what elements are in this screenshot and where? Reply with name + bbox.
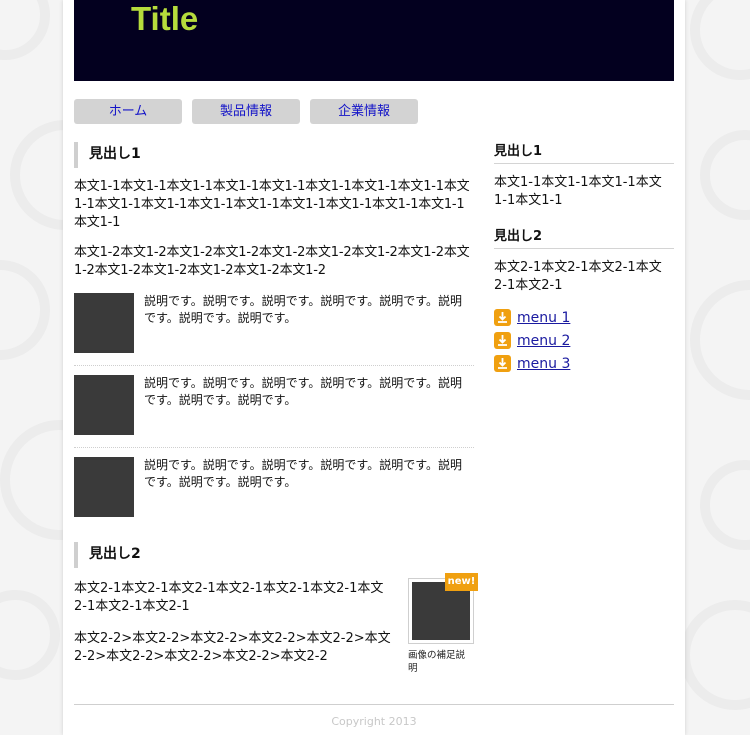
site-logo[interactable]: Title bbox=[131, 0, 198, 38]
section1-paragraph-1: 本文1-1本文1-1本文1-1本文1-1本文1-1本文1-1本文1-1本文1-1… bbox=[74, 179, 470, 230]
nav-products[interactable]: 製品情報 bbox=[192, 99, 300, 124]
page-container: Title ホーム 製品情報 企業情報 見出し1 本文1-1本文1-1本文1-1… bbox=[63, 0, 685, 735]
item-description: 説明です。説明です。説明です。説明です。説明です。説明です。説明です。説明です。 bbox=[144, 458, 463, 489]
download-icon bbox=[494, 332, 511, 349]
sidebar-text-2: 本文2-1本文2-1本文2-1本文2-1本文2-1 bbox=[494, 260, 662, 293]
list-item: 説明です。説明です。説明です。説明です。説明です。説明です。説明です。説明です。 bbox=[74, 375, 474, 447]
sidebar-heading-1: 見出し1 bbox=[494, 142, 674, 164]
section2-paragraph-2: 本文2-2>本文2-2>本文2-2>本文2-2>本文2-2>本文2-2>本文2-… bbox=[74, 631, 391, 664]
divider bbox=[74, 447, 474, 448]
list-item: 説明です。説明です。説明です。説明です。説明です。説明です。説明です。説明です。 bbox=[74, 457, 474, 529]
item-list: 説明です。説明です。説明です。説明です。説明です。説明です。説明です。説明です。… bbox=[74, 293, 474, 529]
new-badge: new! bbox=[445, 573, 478, 591]
download-icon bbox=[494, 309, 511, 326]
menu-link-label[interactable]: menu 2 bbox=[517, 333, 570, 349]
item-description: 説明です。説明です。説明です。説明です。説明です。説明です。説明です。説明です。 bbox=[144, 294, 463, 325]
section2: 見出し2 本文2-1本文2-1本文2-1本文2-1本文2-1本文2-1本文2-1… bbox=[74, 542, 478, 674]
nav-company[interactable]: 企業情報 bbox=[310, 99, 418, 124]
divider bbox=[74, 365, 474, 366]
item-thumbnail bbox=[74, 375, 134, 435]
menu-link-2[interactable]: menu 2 bbox=[494, 332, 674, 355]
menu-link-1[interactable]: menu 1 bbox=[494, 309, 674, 332]
section2-heading: 見出し2 bbox=[74, 542, 474, 568]
menu-link-3[interactable]: menu 3 bbox=[494, 355, 674, 378]
sidebar-text-1: 本文1-1本文1-1本文1-1本文1-1本文1-1 bbox=[494, 175, 662, 208]
site-footer: Copyright 2013 bbox=[74, 704, 674, 728]
sidebar-heading-2: 見出し2 bbox=[494, 227, 674, 249]
item-description: 説明です。説明です。説明です。説明です。説明です。説明です。説明です。説明です。 bbox=[144, 376, 463, 407]
sidebar-menu: menu 1 menu 2 menu 3 bbox=[494, 309, 674, 378]
list-item: 説明です。説明です。説明です。説明です。説明です。説明です。説明です。説明です。 bbox=[74, 293, 474, 365]
download-icon bbox=[494, 355, 511, 372]
sidebar: 見出し1 本文1-1本文1-1本文1-1本文1-1本文1-1 見出し2 本文2-… bbox=[494, 142, 674, 378]
menu-link-label[interactable]: menu 1 bbox=[517, 310, 570, 326]
section1-paragraph-2: 本文1-2本文1-2本文1-2本文1-2本文1-2本文1-2本文1-2本文1-2… bbox=[74, 245, 470, 278]
menu-link-label[interactable]: menu 3 bbox=[517, 356, 570, 372]
site-header: Title bbox=[74, 0, 674, 81]
item-thumbnail bbox=[74, 457, 134, 517]
nav-home[interactable]: ホーム bbox=[74, 99, 182, 124]
section2-paragraph-1: 本文2-1本文2-1本文2-1本文2-1本文2-1本文2-1本文2-1本文2-1… bbox=[74, 581, 384, 614]
section1-heading: 見出し1 bbox=[74, 142, 474, 168]
main-content: 見出し1 本文1-1本文1-1本文1-1本文1-1本文1-1本文1-1本文1-1… bbox=[74, 142, 474, 529]
item-thumbnail bbox=[74, 293, 134, 353]
figure-caption: 画像の補足説明 bbox=[408, 650, 466, 674]
figure-with-caption: new! 画像の補足説明 bbox=[408, 573, 478, 675]
copyright-text: Copyright 2013 bbox=[331, 715, 417, 728]
